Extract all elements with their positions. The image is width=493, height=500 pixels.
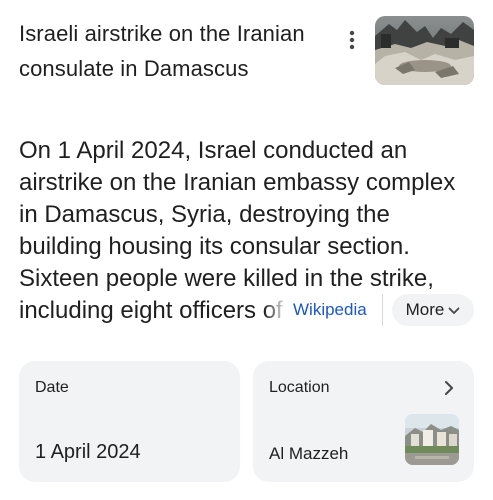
date-label: Date: [35, 379, 69, 396]
airstrike-photo[interactable]: [375, 16, 474, 85]
location-label: Location: [269, 379, 330, 396]
more-button-label: More: [405, 300, 445, 319]
date-value: 1 April 2024: [35, 441, 141, 463]
knowledge-panel: Israeli airstrike on the Iranian consula…: [0, 0, 493, 500]
location-value[interactable]: Al Mazzeh: [269, 443, 348, 465]
source-link[interactable]: Wikipedia: [293, 298, 375, 322]
divider: [382, 294, 383, 326]
more-vert-icon[interactable]: [340, 28, 364, 52]
date-card: Date 1 April 2024: [19, 361, 240, 482]
more-button[interactable]: More: [392, 294, 474, 326]
chevron-down-icon: [448, 300, 460, 320]
page-title[interactable]: Israeli airstrike on the Iranian consula…: [19, 16, 339, 86]
location-card[interactable]: Location Al Mazzeh: [253, 361, 474, 482]
chevron-right-icon[interactable]: [440, 377, 458, 399]
location-photo[interactable]: [405, 414, 459, 465]
